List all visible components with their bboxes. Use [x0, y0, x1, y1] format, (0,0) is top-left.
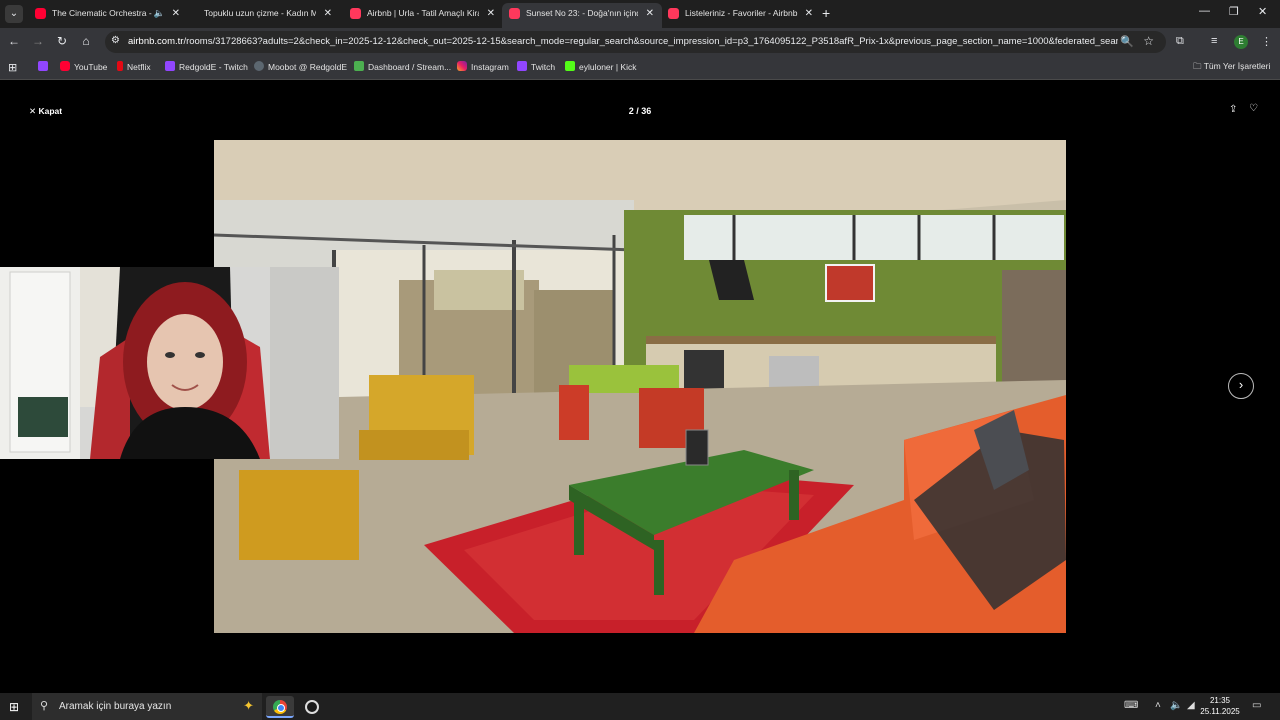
windows-start-icon[interactable]: ⊞: [9, 700, 19, 714]
bookmark-instagram[interactable]: Instagram: [457, 61, 509, 72]
tab-airbnb-urla[interactable]: Airbnb | Urla - Tatil Amaçlı Kira ✕: [343, 3, 503, 28]
photo-counter: 2 / 36: [628, 106, 652, 116]
windows-taskbar: ⊞ ⚲ Aramak için buraya yazın ✦ ⌨ ˄ 🔈 ◢ 2…: [0, 693, 1280, 720]
minimize-icon[interactable]: —: [1199, 5, 1210, 17]
netflix-icon: [117, 61, 123, 71]
menu-kebab-icon[interactable]: ⋮: [1261, 35, 1272, 48]
bookmark-twitch[interactable]: Twitch: [517, 61, 555, 72]
media-controls-icon[interactable]: ≡: [1211, 35, 1217, 47]
all-bookmarks-folder[interactable]: 🗀 Tüm Yer İşaretleri: [1193, 61, 1270, 75]
tab-topuklu-cizme[interactable]: Topuklu uzun çizme - Kadın Mo ✕: [180, 3, 340, 28]
page-favicon-icon: [187, 8, 198, 19]
instagram-icon: [457, 61, 467, 71]
close-tab-icon[interactable]: ✕: [487, 3, 495, 24]
dashboard-icon: [354, 61, 364, 71]
twitch-icon: [165, 61, 175, 71]
bookmark-dashboard-stream[interactable]: Dashboard / Stream...: [354, 61, 451, 72]
tab-title: Airbnb | Urla - Tatil Amaçlı Kira: [367, 8, 479, 18]
taskbar-search-box[interactable]: ⚲ Aramak için buraya yazın ✦: [32, 693, 262, 720]
tray-chevron-up-icon[interactable]: ˄: [1155, 700, 1161, 711]
notification-icon[interactable]: ▭: [1252, 700, 1261, 711]
heart-icon[interactable]: ♡: [1249, 103, 1258, 114]
chrome-taskbar-button[interactable]: [266, 696, 294, 718]
twitch-icon: [38, 61, 48, 71]
zoom-magnifier-icon[interactable]: 🔍: [1120, 35, 1134, 48]
twitch-icon: [517, 61, 527, 71]
close-tab-icon[interactable]: ✕: [324, 3, 332, 24]
address-bar[interactable]: ⚙ airbnb.com.tr/rooms/31728663?adults=2&…: [105, 31, 1166, 53]
system-clock[interactable]: 21:35 25.11.2025: [1196, 695, 1244, 717]
tab-cinematic-orchestra[interactable]: The Cinematic Orchestra - T 🔈 ✕: [28, 3, 188, 28]
airbnb-favicon-icon: [668, 8, 679, 19]
tab-search-chevron-icon[interactable]: ⌄: [5, 5, 23, 23]
new-tab-plus-icon[interactable]: +: [822, 5, 830, 21]
next-photo-button[interactable]: ›: [1228, 373, 1254, 399]
network-icon[interactable]: ◢: [1187, 700, 1195, 711]
bookmark-redgolde-twitch[interactable]: RedgoldE - Twitch: [165, 61, 248, 72]
photo-viewer: ✕ Kapat 2 / 36 ⇪ ♡ ›: [0, 81, 1280, 693]
bookmark-netflix[interactable]: Netflix: [117, 61, 151, 72]
bookmark-youtube[interactable]: YouTube: [60, 61, 107, 72]
tab-title: Topuklu uzun çizme - Kadın Mo: [204, 8, 316, 18]
airbnb-favicon-icon: [350, 8, 361, 19]
url-domain: airbnb.com.tr: [128, 36, 184, 47]
search-placeholder: Aramak için buraya yazın: [59, 701, 172, 712]
bookmark-kick[interactable]: eyluloner | Kick: [565, 61, 636, 72]
keyboard-icon[interactable]: ⌨: [1124, 700, 1138, 711]
reload-icon[interactable]: ↻: [54, 34, 70, 48]
moobot-icon: [254, 61, 264, 71]
speaker-icon[interactable]: 🔈: [154, 3, 165, 24]
airbnb-favicon-icon: [509, 8, 520, 19]
restore-icon[interactable]: ❐: [1229, 5, 1239, 18]
bookmark-twitch-blank[interactable]: [38, 61, 52, 72]
folder-icon: 🗀: [1193, 61, 1204, 71]
streamer-webcam-illustration: [0, 267, 339, 459]
tab-sunset-no-23[interactable]: Sunset No 23: - Doğa'nın içind ✕: [502, 3, 662, 28]
kitchen-living-room-illustration: [214, 140, 1066, 633]
tab-strip: ⌄ The Cinematic Orchestra - T 🔈 ✕ Topukl…: [0, 0, 1280, 28]
site-info-icon[interactable]: ⚙: [111, 35, 120, 46]
share-icon[interactable]: ⇪: [1229, 104, 1237, 115]
close-tab-icon[interactable]: ✕: [172, 3, 180, 24]
close-tab-icon[interactable]: ✕: [646, 3, 654, 24]
bookmarks-bar: YouTube Netflix RedgoldE - Twitch Moobot…: [0, 56, 1280, 80]
youtube-favicon-icon: [35, 8, 46, 19]
bookmark-star-icon[interactable]: ☆: [1143, 34, 1154, 48]
tab-title: The Cinematic Orchestra - T: [52, 8, 152, 18]
browser-toolbar: ← → ↻ ⌂ ⚙ airbnb.com.tr/rooms/31728663?a…: [0, 28, 1280, 56]
youtube-icon: [60, 61, 70, 71]
forward-arrow-icon[interactable]: →: [30, 34, 46, 48]
home-icon[interactable]: ⌂: [78, 34, 94, 48]
clock-time: 21:35: [1209, 696, 1231, 705]
obs-taskbar-button[interactable]: [298, 696, 326, 718]
apps-grid-icon[interactable]: ⊞: [8, 61, 17, 74]
close-tab-icon[interactable]: ✕: [805, 3, 813, 24]
webcam-overlay: [0, 267, 339, 459]
tab-title: Listeleriniz - Favoriler - Airbnb: [685, 8, 798, 18]
chrome-icon: [273, 700, 287, 714]
url-text[interactable]: airbnb.com.tr/rooms/31728663?adults=2&ch…: [128, 36, 1118, 47]
listing-photo: [214, 140, 1066, 633]
chevron-right-icon: ›: [1238, 377, 1244, 392]
extensions-puzzle-icon[interactable]: ⧉: [1176, 35, 1184, 48]
bookmark-moobot[interactable]: Moobot @ RedgoldE: [254, 61, 347, 72]
obs-icon: [305, 700, 319, 714]
volume-icon[interactable]: 🔈: [1170, 700, 1182, 711]
url-path: /rooms/31728663?adults=2&check_in=2025-1…: [183, 36, 1118, 47]
profile-avatar[interactable]: E: [1234, 35, 1248, 49]
kick-icon: [565, 61, 575, 71]
search-icon: ⚲: [40, 700, 49, 712]
window-close-icon[interactable]: ✕: [1258, 5, 1267, 18]
clock-date: 25.11.2025: [1200, 707, 1240, 716]
tab-title: Sunset No 23: - Doğa'nın içind: [526, 8, 638, 18]
back-arrow-icon[interactable]: ←: [6, 34, 22, 48]
tab-listeleriniz[interactable]: Listeleriniz - Favoriler - Airbnb ✕: [661, 3, 821, 28]
copilot-sparkle-icon: ✦: [243, 698, 254, 713]
